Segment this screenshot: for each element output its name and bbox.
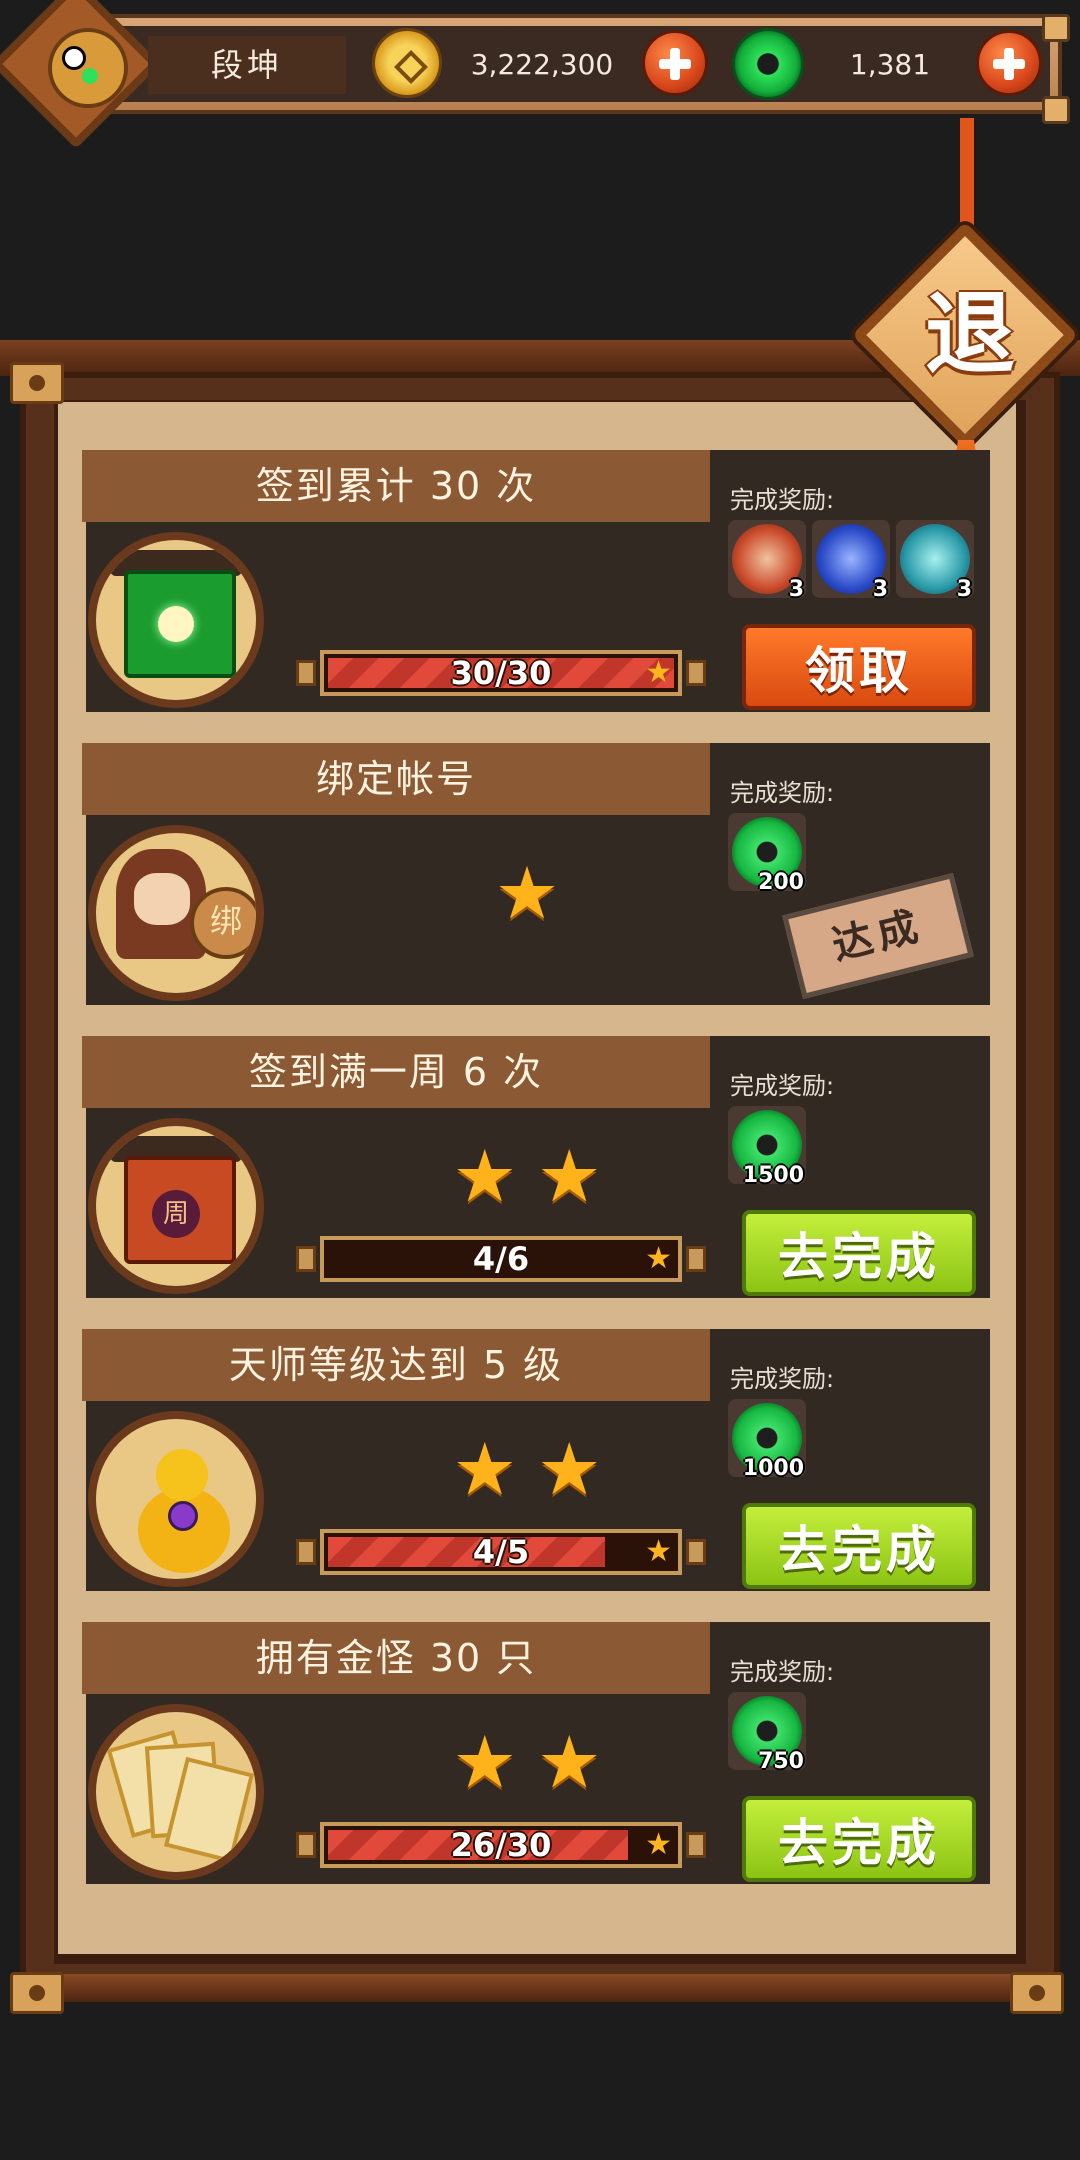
progress-text: 30/30	[450, 654, 552, 692]
star-icon: ★	[645, 1534, 672, 1569]
player-name: 段坤	[148, 36, 346, 94]
progress-bar: 26/30 ★	[296, 1822, 706, 1868]
exit-label[interactable]: 退	[900, 270, 1040, 400]
star-icon: ★	[452, 1134, 517, 1218]
progress-text: 4/6	[472, 1240, 530, 1278]
reward-count: 1500	[742, 1163, 804, 1188]
reward-item: 3	[728, 520, 806, 602]
reward-count: 3	[788, 577, 804, 602]
cards-icon	[88, 1704, 264, 1880]
progress-bar: 4/6 ★	[296, 1236, 706, 1282]
coin-balance: 3,222,300	[470, 48, 614, 81]
progress-bar: 30/30 ★	[296, 650, 706, 696]
claim-button[interactable]: 领取	[742, 624, 976, 710]
task-title: 签到累计 30 次	[82, 450, 710, 522]
reward-label: 完成奖励:	[730, 779, 835, 807]
boy-bind-icon: 绑	[88, 825, 264, 1001]
reward-count: 200	[758, 870, 804, 895]
reward-item: 3	[812, 520, 890, 602]
corner-ornament	[1042, 14, 1070, 42]
red-temple-icon: 周	[88, 1118, 264, 1294]
gold-coin-icon	[372, 28, 442, 98]
task-title: 签到满一周 6 次	[82, 1036, 710, 1108]
star-icon: ★	[645, 1241, 672, 1276]
task-title: 绑定帐号	[82, 743, 710, 815]
jade-icon	[732, 28, 804, 100]
star-icon: ★	[537, 1720, 602, 1804]
task-row: 拥有金怪 30 只 完成奖励: 750 ★ ★ 26/30 ★ 去完成	[82, 1622, 990, 1884]
reward-label: 完成奖励:	[730, 1658, 835, 1686]
jade-balance: 1,381	[849, 48, 931, 81]
task-title: 拥有金怪 30 只	[82, 1622, 710, 1694]
add-coins-button[interactable]	[642, 30, 708, 96]
reward-count: 3	[872, 577, 888, 602]
star-icon: ★	[494, 851, 560, 935]
reward-label: 完成奖励:	[730, 1365, 835, 1393]
task-row: 签到累计 30 次 完成奖励: 3 3 3 30/30 ★ 领取	[82, 450, 990, 712]
week-seal: 周	[152, 1190, 200, 1238]
corner-bolt	[1010, 1972, 1064, 2014]
star-icon: ★	[645, 1827, 672, 1862]
star-rating: ★	[312, 853, 742, 933]
star-icon: ★	[537, 1427, 602, 1511]
go-complete-button[interactable]: 去完成	[742, 1210, 976, 1296]
panel-bottom-rail	[40, 1974, 1050, 2002]
star-icon: ★	[645, 655, 672, 690]
gourd-icon	[88, 1411, 264, 1587]
reward-label: 完成奖励:	[730, 1072, 835, 1100]
progress-bar: 4/5 ★	[296, 1529, 706, 1575]
bind-medal: 绑	[190, 887, 256, 959]
star-rating: ★ ★	[312, 1136, 742, 1216]
star-rating: ★ ★	[312, 1722, 742, 1802]
star-icon: ★	[537, 1134, 602, 1218]
go-complete-button[interactable]: 去完成	[742, 1796, 976, 1882]
task-row: 签到满一周 6 次 周 完成奖励: 1500 ★ ★ 4/6 ★ 去完成	[82, 1036, 990, 1298]
task-row: 绑定帐号 绑 完成奖励: 200 ★ 达成	[82, 743, 990, 1005]
star-icon: ★	[452, 1720, 517, 1804]
add-jade-button[interactable]	[976, 30, 1042, 96]
corner-ornament	[1042, 96, 1070, 124]
reward-count: 750	[758, 1749, 804, 1774]
reward-label: 完成奖励:	[730, 486, 835, 514]
progress-text: 4/5	[472, 1533, 530, 1571]
reward-count: 3	[956, 577, 972, 602]
task-title: 天师等级达到 5 级	[82, 1329, 710, 1401]
corner-bolt	[10, 1972, 64, 2014]
progress-text: 26/30	[450, 1826, 552, 1864]
reward-count: 1000	[742, 1456, 804, 1481]
go-complete-button[interactable]: 去完成	[742, 1503, 976, 1589]
star-rating: ★ ★	[312, 1429, 742, 1509]
reward-item: 3	[896, 520, 974, 602]
avatar[interactable]	[28, 10, 136, 118]
jade-temple-icon	[88, 532, 264, 708]
star-icon: ★	[452, 1427, 517, 1511]
task-row: 天师等级达到 5 级 完成奖励: 1000 ★ ★ 4/5 ★ 去完成	[82, 1329, 990, 1591]
corner-bolt	[10, 362, 64, 404]
